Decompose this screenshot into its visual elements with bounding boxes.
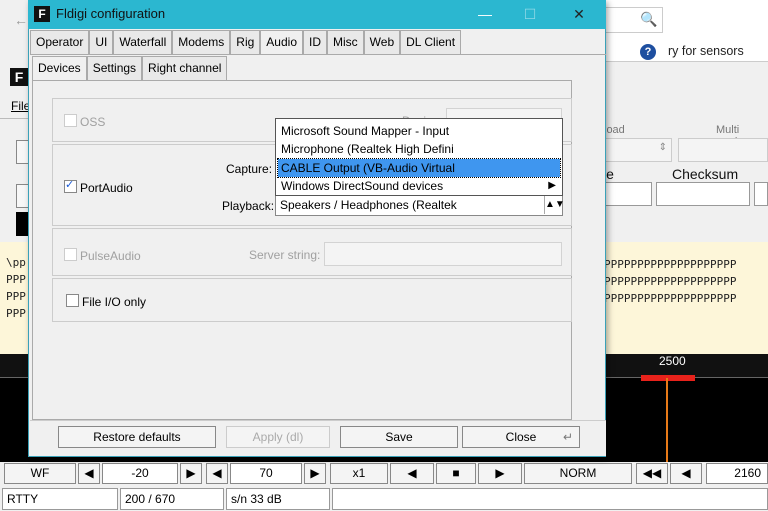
le-field[interactable]	[600, 182, 652, 206]
pulseaudio-checkbox[interactable]: PulseAudio	[64, 248, 141, 263]
capture-option-submenu[interactable]: Windows DirectSound devices ▶	[278, 177, 560, 195]
wf-button[interactable]: WF	[4, 463, 76, 484]
level-left-button[interactable]: ◀	[206, 463, 228, 484]
tab-id[interactable]: ID	[303, 30, 327, 55]
multi-mode-field[interactable]	[678, 138, 768, 162]
maximize-icon: ☐	[523, 6, 537, 22]
snr-status: s/n 33 dB	[226, 488, 330, 510]
tab-ui[interactable]: UI	[89, 30, 114, 55]
capture-option[interactable]: Microphone (Realtek High Defini	[278, 140, 560, 158]
browser-back-icon[interactable]: ←	[14, 12, 28, 28]
browser-help-link[interactable]: ry for sensors	[668, 44, 744, 58]
zoom-button[interactable]: x1	[330, 463, 388, 484]
tab-modems[interactable]: Modems	[172, 30, 231, 55]
norm-button[interactable]: NORM	[524, 463, 632, 484]
stop-button[interactable]: ■	[436, 463, 476, 484]
fldigi-app-icon: F	[10, 68, 28, 86]
tuning-cursor	[666, 378, 668, 464]
tab-dl-client[interactable]: DL Client	[400, 30, 462, 55]
apply-button: Apply (dl)	[226, 426, 330, 448]
load-spinner[interactable]: ⇕	[600, 138, 672, 162]
waterfall-tick-label: 2500	[659, 354, 686, 368]
checksum-field[interactable]	[656, 182, 750, 206]
server-string-input	[324, 242, 562, 266]
frequency-field[interactable]: 2160	[706, 463, 768, 484]
offset-right-button[interactable]: ▶	[180, 463, 202, 484]
save-button[interactable]: Save	[340, 426, 458, 448]
checksum-label: Checksum	[672, 166, 739, 182]
fast-rev-button[interactable]: ◀◀	[636, 463, 668, 484]
status-message	[332, 488, 768, 510]
load-label: load	[604, 124, 625, 136]
search-icon[interactable]: 🔍	[640, 11, 657, 28]
extra-field[interactable]	[754, 182, 768, 206]
offset-field[interactable]: -20	[102, 463, 178, 484]
fwd-button[interactable]: ▶	[478, 463, 522, 484]
capture-label: Capture:	[226, 162, 273, 176]
receive-text-right: PPPPPPPPPPPPPPPPPPPP PPPPPPPPPPPPPPPPPPP…	[598, 242, 768, 354]
dialog-title: Fldigi configuration	[56, 6, 166, 21]
tab-misc[interactable]: Misc	[327, 30, 364, 55]
offset-left-button[interactable]: ◀	[78, 463, 100, 484]
level-right-button[interactable]: ▶	[304, 463, 326, 484]
restore-defaults-button[interactable]: Restore defaults	[58, 426, 216, 448]
mode-status[interactable]: RTTY	[2, 488, 118, 510]
level-field[interactable]: 70	[230, 463, 302, 484]
close-button[interactable]: Close ↵	[462, 426, 580, 448]
subtab-right-channel[interactable]: Right channel	[142, 56, 228, 81]
capture-option[interactable]: Microsoft Sound Mapper - Input	[278, 122, 560, 140]
submenu-arrow-icon: ▶	[548, 180, 556, 191]
oss-checkbox[interactable]: OSS	[64, 114, 105, 129]
portaudio-checkbox[interactable]: PortAudio	[64, 178, 133, 195]
chevron-updown-icon: ▲▼	[544, 196, 565, 214]
tab-operator[interactable]: Operator	[30, 30, 90, 55]
subtab-devices[interactable]: Devices	[32, 56, 87, 81]
help-icon[interactable]: ?	[640, 44, 656, 60]
tab-divider	[30, 54, 606, 55]
capture-dropdown[interactable]: Microsoft Sound Mapper - Input Microphon…	[275, 118, 563, 196]
tab-web[interactable]: Web	[363, 30, 401, 55]
rev-button[interactable]: ◀	[390, 463, 434, 484]
subtab-bar: Devices Settings Right channel	[32, 56, 228, 81]
fldigi-icon: F	[34, 6, 50, 22]
subtab-settings[interactable]: Settings	[86, 56, 143, 81]
playback-select[interactable]: Speakers / Headphones (Realtek ▲▼	[275, 194, 565, 216]
bandwidth-marker	[641, 375, 695, 381]
fileio-checkbox[interactable]: File I/O only	[66, 294, 146, 309]
tab-waterfall[interactable]: Waterfall	[113, 30, 173, 55]
tab-rig[interactable]: Rig	[230, 30, 261, 55]
playback-value: Speakers / Headphones (Realtek	[280, 198, 457, 212]
bandwidth-status[interactable]: 200 / 670	[120, 488, 224, 510]
tab-bar: Operator UI Waterfall Modems Rig Audio I…	[30, 30, 462, 55]
submenu-label: Windows DirectSound devices	[281, 179, 444, 193]
close-button-label: Close	[505, 430, 537, 444]
close-icon[interactable]: ✕	[564, 4, 594, 24]
capture-option-selected[interactable]: CABLE Output (VB-Audio Virtual	[277, 158, 561, 178]
return-icon: ↵	[562, 430, 573, 444]
step-back-button[interactable]: ◀	[670, 463, 702, 484]
minimize-icon[interactable]: —	[470, 4, 500, 24]
playback-label: Playback:	[222, 199, 275, 213]
tab-audio[interactable]: Audio	[260, 30, 303, 55]
server-string-label: Server string:	[249, 248, 321, 262]
